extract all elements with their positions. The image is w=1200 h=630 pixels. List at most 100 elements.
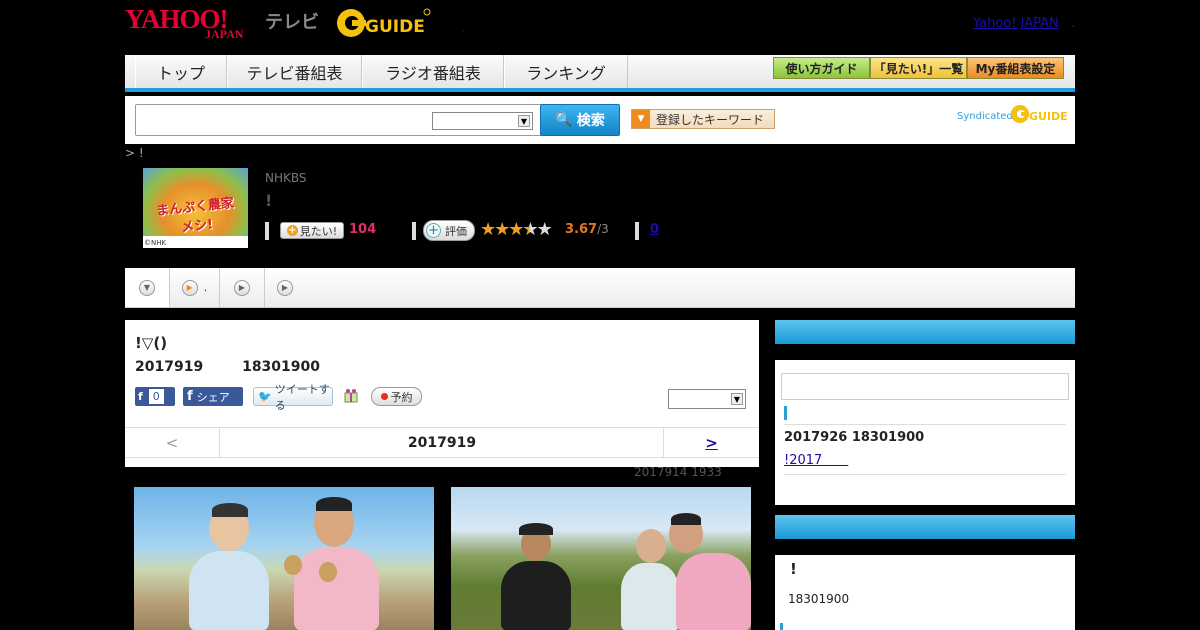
divider — [635, 222, 639, 240]
divider — [784, 474, 1066, 475]
tweet-button[interactable]: 🐦 ツイートする — [253, 383, 333, 412]
divider — [412, 222, 416, 240]
thumbnail-copyright: ©NHK — [144, 239, 167, 247]
tab-reviews[interactable]: ▶ — [265, 268, 305, 307]
nav-tab-radio-schedule[interactable]: ラジオ番組表 — [362, 55, 504, 88]
yahoo-japan-link[interactable]: Yahoo! JAPAN — [973, 16, 1059, 31]
breadcrumb: > ! — [125, 146, 144, 160]
mitai-button-label: 見たい! — [299, 224, 338, 238]
nav-tab-ranking[interactable]: ランキング — [504, 55, 628, 88]
program-thumbnail[interactable]: まんぷく農家メシ! ©NHK — [143, 168, 248, 248]
rating-value: 3.67/3 — [565, 222, 609, 237]
prev-date-button[interactable]: < — [125, 428, 220, 457]
rate-button[interactable]: + 評価 — [423, 220, 475, 241]
play-icon: ▶ — [181, 279, 198, 296]
gift-icon[interactable] — [344, 388, 358, 403]
sidebar-next-broadcast: 2017926 18301900 !2017 — [775, 320, 1075, 505]
chevron-down-icon: ▼ — [518, 115, 530, 127]
search-area: ▼ 🔍 検索 ▼ 登録したキーワード Syndicated GUIDE — [125, 96, 1075, 144]
episode-datetime: 2017919 18301900 — [135, 359, 354, 375]
search-button[interactable]: 🔍 検索 — [540, 104, 620, 136]
person-cap — [519, 523, 553, 535]
person-body — [189, 551, 269, 630]
facebook-icon: f — [187, 389, 193, 404]
triangle-down-icon: ▼ — [139, 279, 155, 296]
twitter-bird-icon: 🐦 — [258, 390, 272, 403]
rate-button-label: 評価 — [445, 224, 467, 238]
person-hair — [671, 513, 701, 525]
star-icon: ★ — [508, 219, 524, 240]
tab-episode-label: . — [203, 281, 208, 294]
episode-panel: !▽() 2017919 18301900 f 0 f シェア 🐦 ツイートする… — [125, 320, 759, 467]
person-body — [621, 563, 679, 630]
tab-episode[interactable]: ▶ . — [170, 268, 220, 307]
star-half-icon: ★ — [522, 219, 538, 240]
reserve-label: 予約 — [390, 390, 413, 404]
tab-overview[interactable]: ▼ — [125, 268, 170, 307]
person-body — [676, 553, 751, 630]
tv-logo-text[interactable]: テレビ — [265, 8, 319, 34]
sidebar-next-date: 2017926 18301900 — [784, 430, 925, 445]
episode-select[interactable]: ▼ — [668, 389, 746, 409]
syndicated-label: Syndicated — [957, 111, 1013, 122]
chevron-down-icon: ▼ — [731, 393, 743, 405]
rating-stars: ★★★★★ — [480, 219, 553, 240]
rating-count: /3 — [597, 222, 609, 236]
reserve-button[interactable]: 予約 — [371, 387, 422, 406]
nav-tab-top[interactable]: トップ — [135, 55, 227, 88]
tweet-label: ツイートする — [274, 382, 330, 412]
sidebar-header — [775, 515, 1075, 539]
sidebar-subheader — [775, 344, 1075, 360]
plus-icon: + — [286, 225, 298, 236]
gguide-logo-text: GUIDE — [365, 17, 425, 37]
mitai-button[interactable]: + 見たい! — [280, 222, 344, 239]
potato — [319, 562, 337, 582]
tab-cast[interactable]: ▶ — [220, 268, 265, 307]
episode-time: 18301900 — [242, 359, 321, 375]
rating-score: 3.67 — [565, 222, 598, 237]
search-category-select[interactable]: ▼ — [432, 112, 533, 130]
header-link-dot: . — [1071, 16, 1076, 31]
divider — [784, 424, 1066, 425]
page: YAHOO! JAPAN テレビ GUIDE . Yahoo! JAPAN . … — [0, 0, 1200, 630]
yahoo-logo-japan: JAPAN — [205, 27, 244, 41]
sidebar-next-link[interactable]: !2017 — [784, 449, 848, 468]
mitai-list-button[interactable]: 「見たい!」一覧 — [870, 57, 967, 79]
sidebar-input[interactable] — [781, 373, 1069, 400]
star-icon: ★ — [480, 219, 496, 240]
guide-button[interactable]: 使い方ガイド — [773, 57, 870, 79]
gguide-logo[interactable]: GUIDE — [335, 6, 431, 40]
program-name: ! — [265, 191, 273, 210]
record-dot-icon — [380, 393, 388, 400]
main-nav: トップ テレビ番組表 ラジオ番組表 ランキング 使い方ガイド 「見たい!」一覧 … — [125, 55, 1075, 92]
triangle-down-icon: ▼ — [632, 110, 650, 128]
episode-title: !▽() — [135, 334, 168, 352]
sidebar-subheader — [775, 539, 1075, 555]
person-hair — [316, 497, 352, 511]
sidebar-related-time: 18301900 — [788, 592, 850, 606]
star-empty-icon: ★ — [536, 219, 553, 240]
search-button-label: 検索 — [576, 113, 605, 129]
next-date-link[interactable]: > — [663, 428, 759, 457]
nav-tab-tv-schedule[interactable]: テレビ番組表 — [227, 55, 362, 88]
header-dot: . — [462, 22, 466, 35]
sidebar-related-title: ! — [790, 560, 797, 578]
updated-timestamp: 2017914 1933 — [634, 465, 722, 479]
mitai-count: 104 — [349, 222, 377, 237]
play-icon: ▶ — [277, 279, 293, 296]
person-head — [636, 529, 666, 563]
episode-photo[interactable] — [451, 487, 751, 630]
facebook-share-button[interactable]: f シェア — [183, 387, 243, 406]
review-count-link[interactable]: 0 — [650, 222, 659, 237]
star-icon: ★ — [494, 219, 510, 240]
sidebar-related: ! 18301900 — [775, 515, 1075, 630]
my-schedule-button[interactable]: My番組表設定 — [967, 57, 1064, 79]
syndicated-logo-text: GUIDE — [1029, 110, 1068, 123]
registered-keyword-button[interactable]: ▼ 登録したキーワード — [631, 109, 775, 129]
facebook-share-label: シェア — [196, 390, 230, 404]
sidebar-accent — [780, 623, 783, 630]
facebook-like-button[interactable]: f 0 — [135, 387, 175, 406]
episode-photo[interactable] — [134, 487, 434, 630]
person-hair — [212, 503, 248, 517]
facebook-like-count: 0 — [148, 389, 164, 404]
